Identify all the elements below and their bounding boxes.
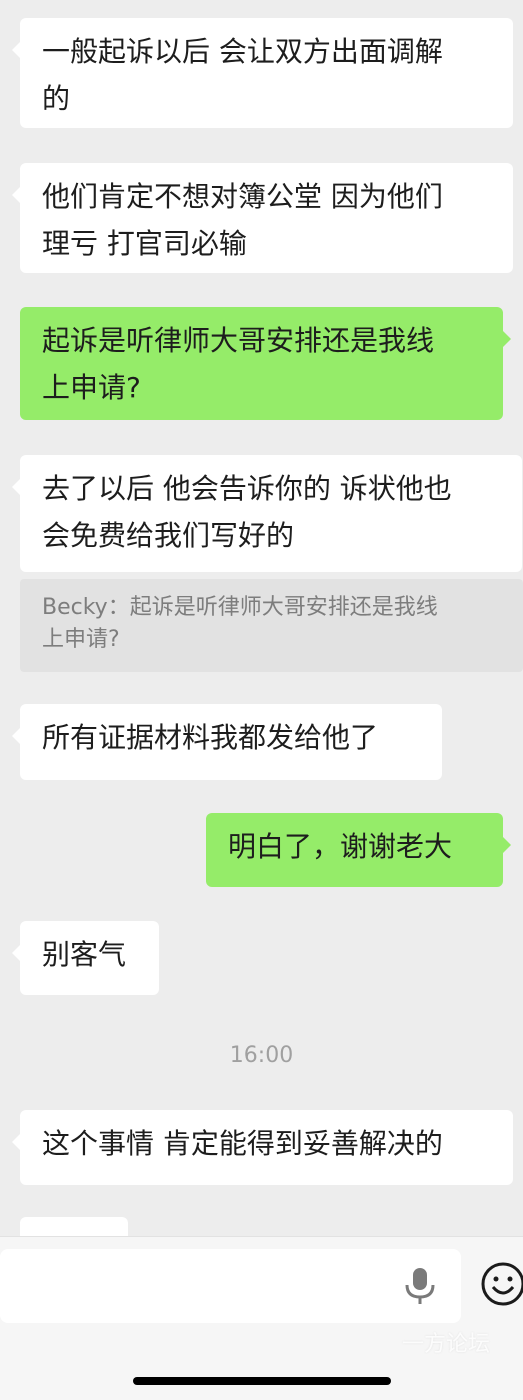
message-incoming[interactable]: 去了以后 他会告诉你的 诉状他也 会免费给我们写好的	[12, 455, 522, 572]
emoji-smile-icon[interactable]	[480, 1261, 523, 1307]
message-outgoing[interactable]: 起诉是听律师大哥安排还是我线 上申请?	[20, 307, 511, 420]
quoted-reply[interactable]: Becky：起诉是听律师大哥安排还是我线 上申请?	[20, 579, 523, 672]
message-timestamp: 16:00	[229, 1043, 294, 1068]
message-input[interactable]	[0, 1249, 461, 1323]
message-incoming[interactable]: 别客气	[12, 921, 159, 995]
message-incoming[interactable]: 他们肯定不想对簿公堂 因为他们 理亏 打官司必输	[12, 163, 513, 273]
message-incoming-partial[interactable]	[20, 1217, 128, 1236]
microphone-icon[interactable]	[403, 1266, 437, 1306]
forum-watermark: 一方论坛	[402, 1332, 491, 1357]
message-outgoing[interactable]: 明白了，谢谢老大	[206, 813, 511, 887]
message-incoming[interactable]: 一般起诉以后 会让双方出面调解 的	[12, 18, 513, 128]
chat-area[interactable]: 一般起诉以后 会让双方出面调解 的 他们肯定不想对簿公堂 因为他们 理亏 打官司…	[0, 0, 523, 1236]
message-incoming[interactable]: 这个事情 肯定能得到妥善解决的	[12, 1110, 513, 1185]
input-bar	[0, 1236, 523, 1400]
message-incoming[interactable]: 所有证据材料我都发给他了	[12, 704, 442, 780]
home-indicator[interactable]	[133, 1377, 391, 1385]
